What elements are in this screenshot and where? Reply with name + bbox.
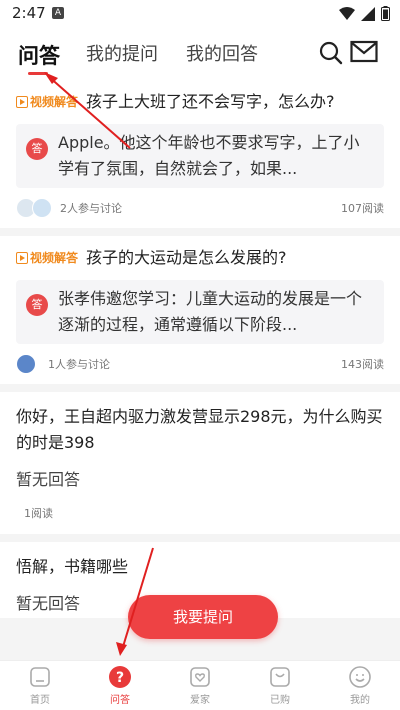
nav-label: 首页 [30,695,50,706]
bag-icon [270,667,290,687]
read-count: 107阅读 [341,202,384,215]
question-card[interactable]: 视频解答 孩子上大班了还不会写字，怎么办? 答 Apple。他这个年龄也不要求写… [0,80,400,228]
participant-count: 2人参与讨论 [60,202,122,215]
tab-qa[interactable]: 问答 [18,40,60,70]
participant-count: 1人参与讨论 [48,358,110,371]
video-badge-label: 视频解答 [30,95,79,109]
no-answer-status: 暂无回答 [16,470,81,489]
question-card[interactable]: 你好，王自超内驱力激发营显示298元，为什么购买的时是398 暂无回答 1阅读 [0,392,400,534]
question-card[interactable]: 视频解答 孩子的大运动是怎么发展的? 答 张孝伟邀您学习：儿童大运动的发展是一个… [0,236,400,384]
nav-label: 爱家 [190,695,210,706]
video-answer-badge: 视频解答 [16,90,78,114]
question-title[interactable]: 孩子上大班了还不会写字，怎么办? [86,90,335,114]
ask-question-button[interactable]: 我要提问 [128,595,278,639]
nav-item-mine[interactable]: 我的 [320,661,400,710]
status-time: 2:47 [12,4,46,22]
read-count: 143阅读 [341,358,384,371]
question-icon: ? [109,666,131,688]
question-title[interactable]: 孩子的大运动是怎么发展的? [86,246,287,270]
video-badge-label: 视频解答 [30,251,79,265]
notification-icon: A [52,7,64,19]
question-title-row: 视频解答 孩子上大班了还不会写字，怎么办? [16,88,384,114]
answer-mark-icon: 答 [26,294,48,316]
system-icons [339,6,390,21]
home-icon [30,667,50,687]
tab-my-questions[interactable]: 我的提问 [86,40,158,66]
nav-label: 问答 [110,695,130,706]
nav-item-home[interactable]: 首页 [0,661,80,710]
video-icon [16,96,28,108]
status-bar: 2:47 A [0,0,400,28]
question-meta: 1人参与讨论 143阅读 [16,344,384,384]
avatar [16,354,36,374]
nav-item-qa[interactable]: ? 问答 [80,661,160,710]
top-tabs: 问答 我的提问 我的回答 [0,34,400,78]
question-title[interactable]: 你好，王自超内驱力激发营显示298元，为什么购买的时是398 [16,400,384,456]
mail-icon[interactable] [350,40,378,64]
nav-label: 我的 [350,695,370,706]
tab-active-indicator [28,72,48,75]
nav-label: 已购 [270,695,290,706]
smile-icon [349,666,371,688]
battery-icon [381,6,390,21]
answer-preview[interactable]: 答 Apple。他这个年龄也不要求写字，上了小学有了氛围，自然就会了，如果... [16,124,384,188]
answer-preview[interactable]: 答 张孝伟邀您学习：儿童大运动的发展是一个逐渐的过程，通常遵循以下阶段... [16,280,384,344]
heart-icon [190,667,210,687]
video-answer-badge: 视频解答 [16,246,78,270]
signal-icon [361,6,375,21]
read-count: 1阅读 [24,507,53,520]
question-title[interactable]: 悟解，书籍哪些 [16,550,384,580]
nav-item-family[interactable]: 爱家 [160,661,240,710]
avatar [32,198,52,218]
nav-item-purchased[interactable]: 已购 [240,661,320,710]
question-feed[interactable]: 视频解答 孩子上大班了还不会写字，怎么办? 答 Apple。他这个年龄也不要求写… [0,80,400,660]
question-title-row: 视频解答 孩子的大运动是怎么发展的? [16,244,384,270]
tab-my-answers[interactable]: 我的回答 [186,40,258,66]
video-icon [16,252,28,264]
answer-text: Apple。他这个年龄也不要求写字，上了小学有了氛围，自然就会了，如果... [58,133,360,178]
answer-text: 张孝伟邀您学习：儿童大运动的发展是一个逐渐的过程，通常遵循以下阶段... [58,289,363,334]
question-meta: 2人参与讨论 107阅读 [16,188,384,228]
search-icon[interactable] [318,40,344,66]
svg-text:?: ? [116,670,124,686]
wifi-icon [339,6,355,20]
bottom-nav: 首页 ? 问答 爱家 已购 我的 [0,660,400,710]
answer-mark-icon: 答 [26,138,48,160]
